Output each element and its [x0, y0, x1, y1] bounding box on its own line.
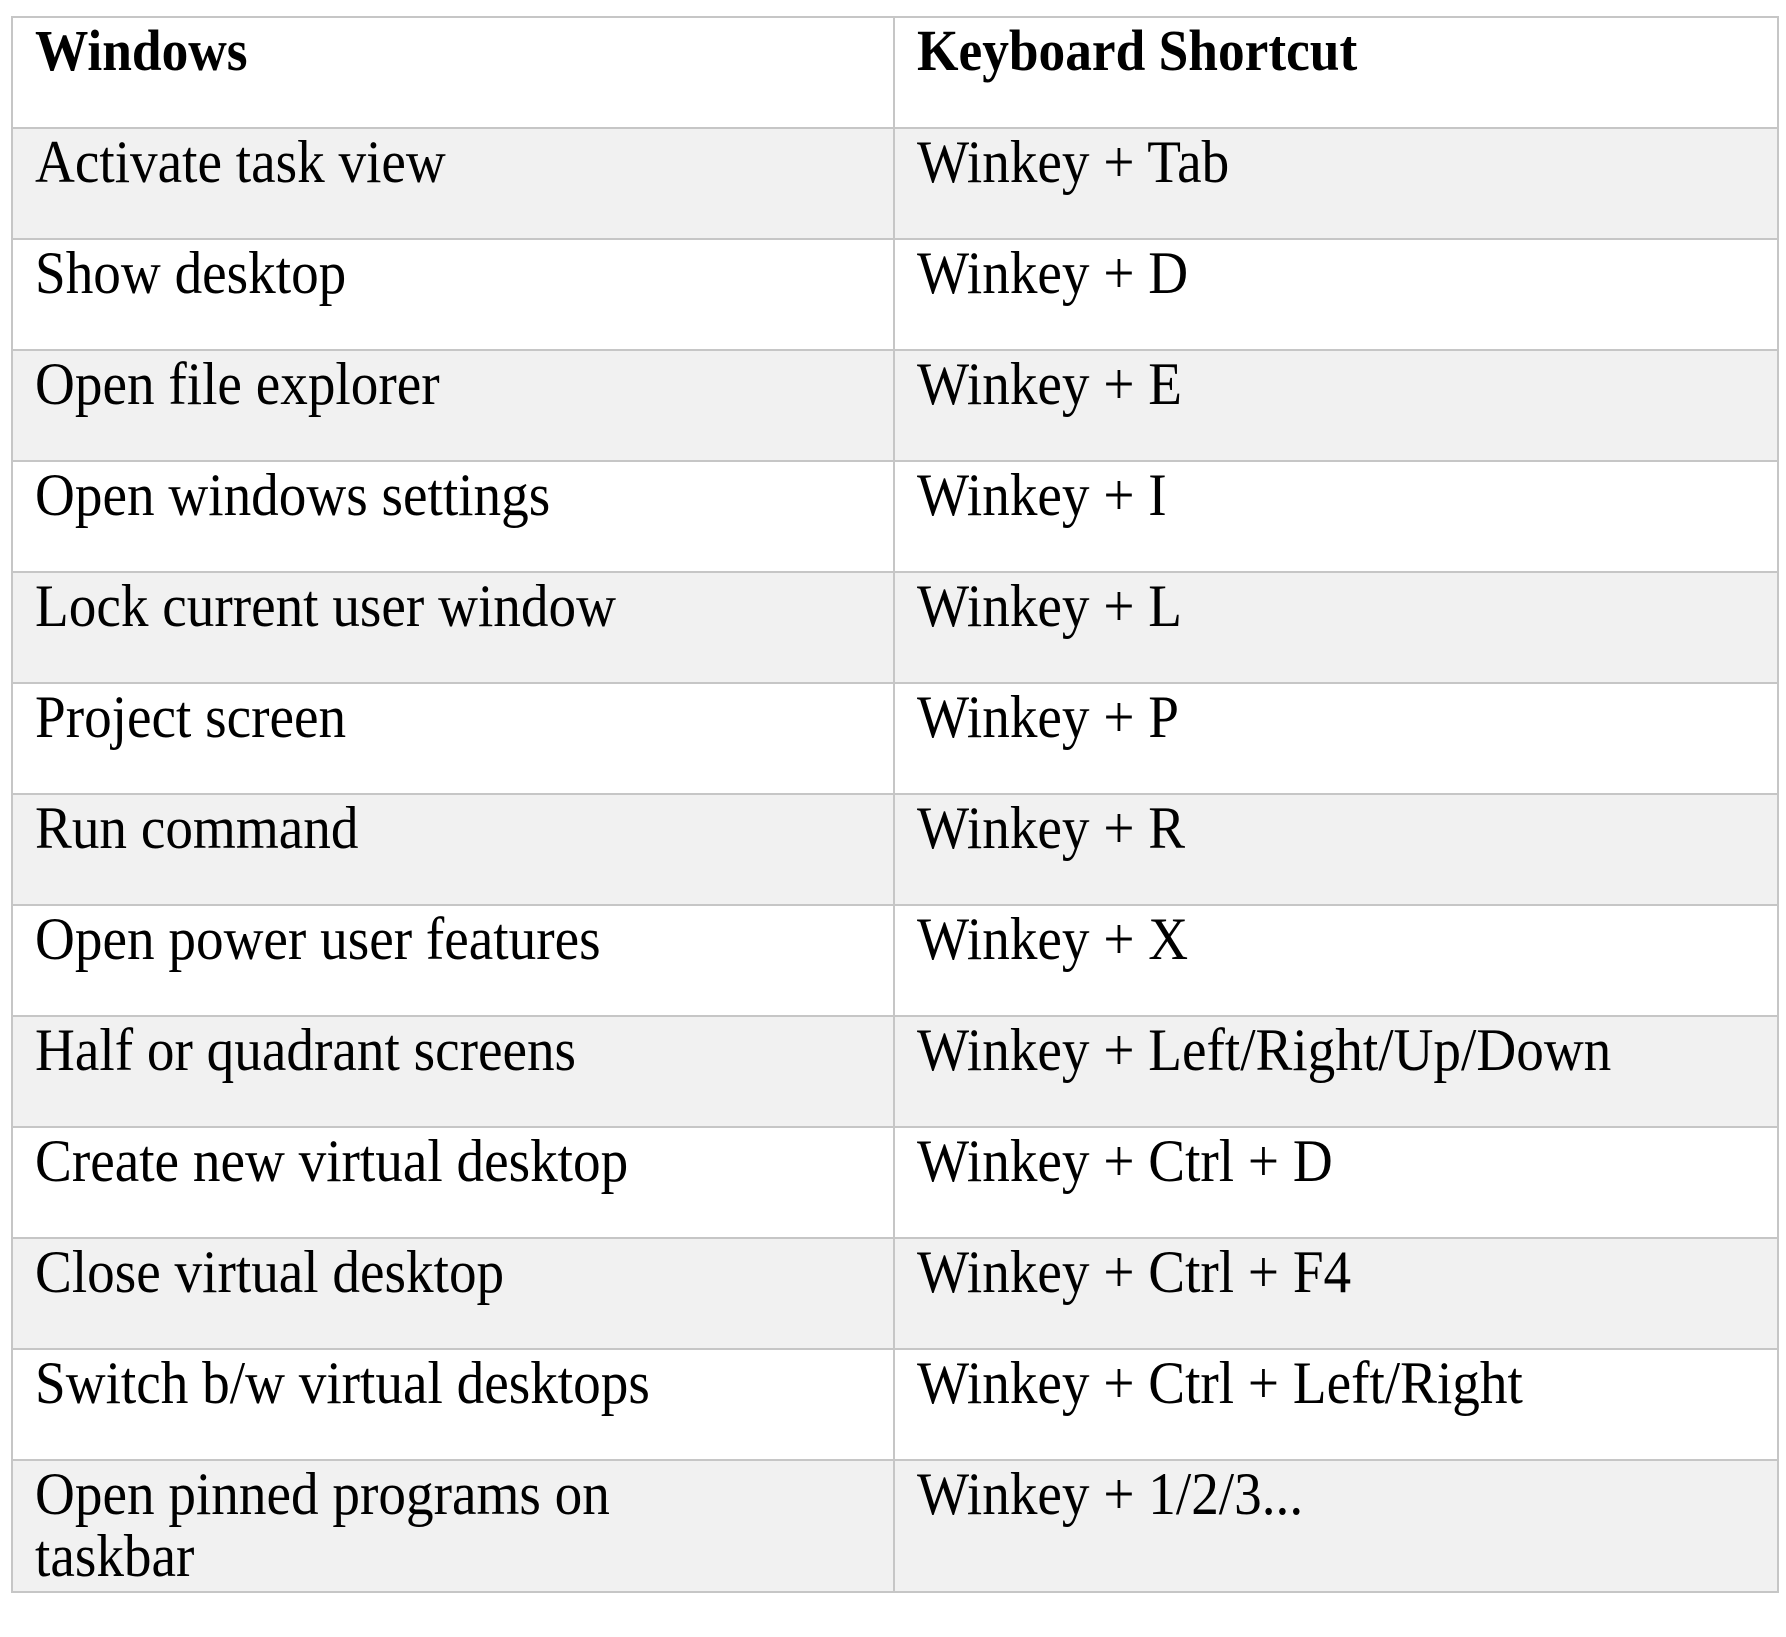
- shortcut-cell: Winkey + Ctrl + D: [893, 1126, 1779, 1239]
- shortcut-cell: Winkey + 1/2/3...: [893, 1459, 1779, 1593]
- shortcut-cell: Winkey + P: [893, 682, 1779, 795]
- table-row: Open power user features Winkey + X: [11, 904, 1779, 1017]
- action-text: Project screen: [35, 684, 347, 750]
- shortcut-text: Winkey + Tab: [917, 129, 1230, 195]
- shortcut-cell: Winkey + L: [893, 571, 1779, 684]
- action-cell: Activate task view: [11, 127, 895, 240]
- shortcut-text: Winkey + Left/Right/Up/Down: [917, 1017, 1612, 1083]
- table-row: Activate task view Winkey + Tab: [11, 127, 1779, 240]
- action-cell: Project screen: [11, 682, 895, 795]
- table-row: Close virtual desktop Winkey + Ctrl + F4: [11, 1237, 1779, 1350]
- table-row: Create new virtual desktop Winkey + Ctrl…: [11, 1126, 1779, 1239]
- action-text: Close virtual desktop: [35, 1239, 505, 1305]
- header-windows-label: Windows: [35, 18, 248, 83]
- action-cell: Close virtual desktop: [11, 1237, 895, 1350]
- table-row: Open windows settings Winkey + I: [11, 460, 1779, 573]
- table-row: Lock current user window Winkey + L: [11, 571, 1779, 684]
- shortcut-cell: Winkey + Left/Right/Up/Down: [893, 1015, 1779, 1128]
- header-windows: Windows: [11, 16, 895, 129]
- action-cell: Create new virtual desktop: [11, 1126, 895, 1239]
- action-text: Lock current user window: [35, 573, 616, 639]
- shortcut-text: Winkey + I: [917, 462, 1167, 528]
- table-row: Switch b/w virtual desktops Winkey + Ctr…: [11, 1348, 1779, 1461]
- shortcut-text: Winkey + Ctrl + D: [917, 1128, 1333, 1194]
- action-cell: Open file explorer: [11, 349, 895, 462]
- shortcut-cell: Winkey + R: [893, 793, 1779, 906]
- header-shortcut-label: Keyboard Shortcut: [917, 18, 1358, 83]
- shortcut-cell: Winkey + Ctrl + F4: [893, 1237, 1779, 1350]
- action-text: Create new virtual desktop: [35, 1128, 629, 1194]
- shortcut-cell: Winkey + E: [893, 349, 1779, 462]
- shortcut-cell: Winkey + Tab: [893, 127, 1779, 240]
- table-row: Half or quadrant screens Winkey + Left/R…: [11, 1015, 1779, 1128]
- shortcut-cell: Winkey + I: [893, 460, 1779, 573]
- shortcut-text: Winkey + X: [917, 906, 1189, 972]
- action-text: Open file explorer: [35, 351, 440, 417]
- table-row: Open file explorer Winkey + E: [11, 349, 1779, 462]
- action-cell: Show desktop: [11, 238, 895, 351]
- action-cell: Half or quadrant screens: [11, 1015, 895, 1128]
- action-cell: Run command: [11, 793, 895, 906]
- shortcut-cell: Winkey + Ctrl + Left/Right: [893, 1348, 1779, 1461]
- shortcuts-table: Windows Keyboard Shortcut Activate task …: [11, 16, 1779, 1593]
- shortcut-text: Winkey + Ctrl + F4: [917, 1239, 1352, 1305]
- shortcut-text: Winkey + Ctrl + Left/Right: [917, 1350, 1523, 1416]
- shortcut-text: Winkey + L: [917, 573, 1182, 639]
- table-row: Run command Winkey + R: [11, 793, 1779, 906]
- table-row: Show desktop Winkey + D: [11, 238, 1779, 351]
- action-text: Activate task view: [35, 129, 446, 195]
- action-text: Open pinned programs on taskbar: [35, 1461, 610, 1589]
- header-row: Windows Keyboard Shortcut: [11, 16, 1779, 129]
- action-cell: Open power user features: [11, 904, 895, 1017]
- shortcut-cell: Winkey + X: [893, 904, 1779, 1017]
- action-cell: Switch b/w virtual desktops: [11, 1348, 895, 1461]
- action-text: Open windows settings: [35, 462, 551, 528]
- action-cell: Open pinned programs on taskbar: [11, 1459, 895, 1593]
- table-row: Open pinned programs on taskbar Winkey +…: [11, 1459, 1779, 1593]
- shortcut-text: Winkey + 1/2/3...: [917, 1461, 1304, 1527]
- shortcut-text: Winkey + E: [917, 351, 1182, 417]
- shortcut-text: Winkey + P: [917, 684, 1179, 750]
- action-cell: Open windows settings: [11, 460, 895, 573]
- action-text: Run command: [35, 795, 359, 861]
- shortcut-text: Winkey + D: [917, 240, 1189, 306]
- table-row: Project screen Winkey + P: [11, 682, 1779, 795]
- action-text: Switch b/w virtual desktops: [35, 1350, 650, 1416]
- shortcut-text: Winkey + R: [917, 795, 1186, 861]
- action-text: Show desktop: [35, 240, 347, 306]
- action-cell: Lock current user window: [11, 571, 895, 684]
- action-text: Half or quadrant screens: [35, 1017, 577, 1083]
- shortcut-cell: Winkey + D: [893, 238, 1779, 351]
- action-text: Open power user features: [35, 906, 601, 972]
- header-keyboard-shortcut: Keyboard Shortcut: [893, 16, 1779, 129]
